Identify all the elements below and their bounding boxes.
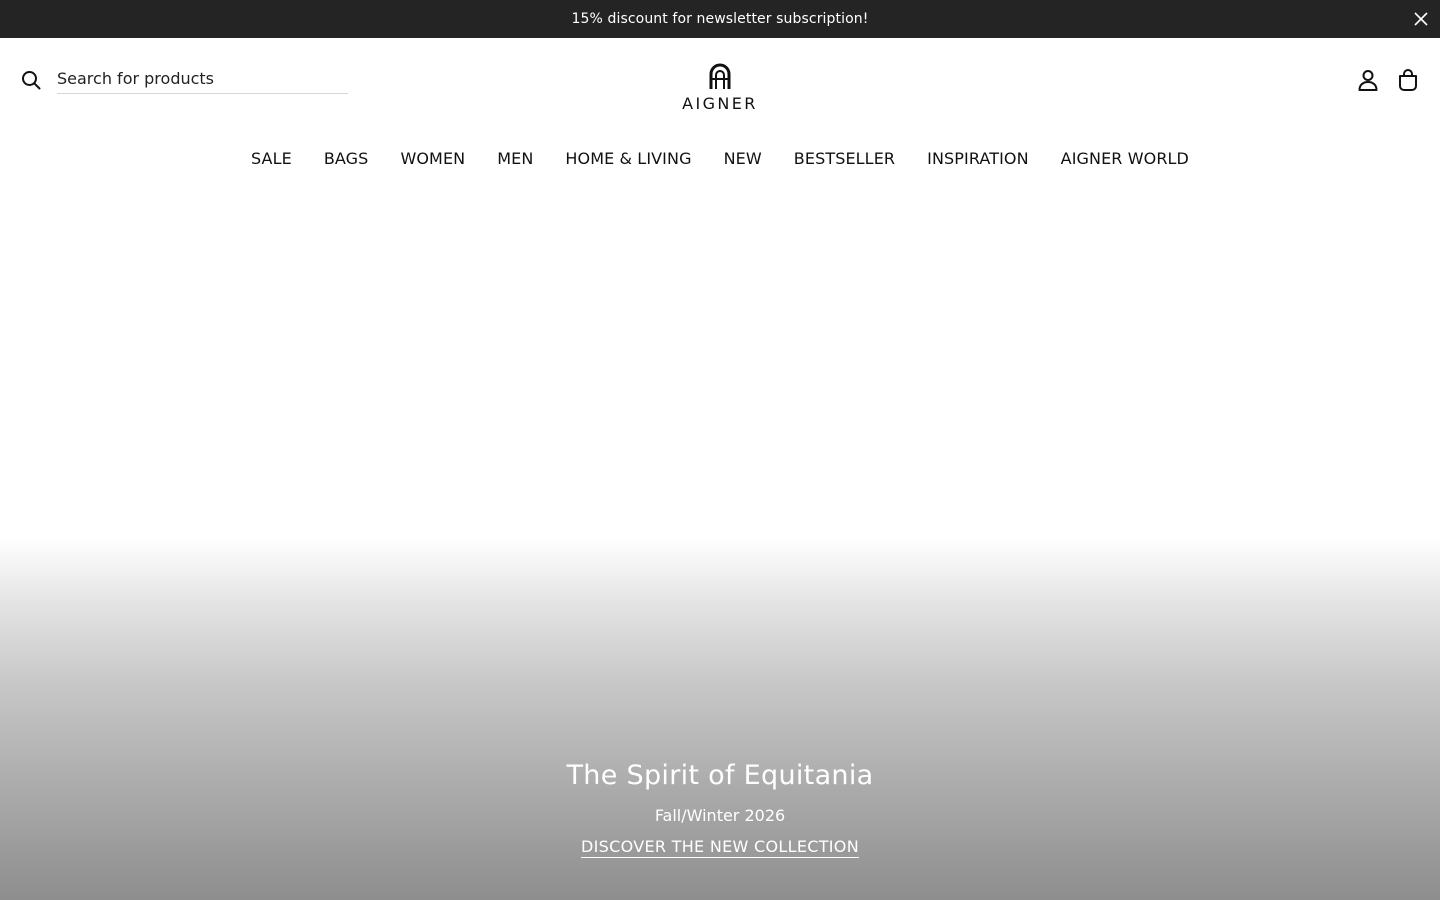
- nav-item-sale[interactable]: SALE: [251, 149, 292, 168]
- nav-item-bestseller[interactable]: BESTSELLER: [794, 149, 895, 168]
- hero-subtitle: Fall/Winter 2026: [654, 806, 786, 825]
- nav-item-home-living[interactable]: HOME & LIVING: [565, 149, 691, 168]
- aigner-logo[interactable]: AIGNER: [674, 62, 766, 116]
- nav-item-new[interactable]: NEW: [724, 149, 762, 168]
- hero-title: The Spirit of Equitania: [566, 760, 874, 791]
- user-icon[interactable]: [1356, 68, 1380, 92]
- main-navigation: SALE BAGS WOMEN MEN HOME & LIVING NEW BE…: [0, 146, 1440, 170]
- hero-banner: The Spirit of Equitania Fall/Winter 2026…: [0, 188, 1440, 900]
- promo-text: 15% discount for newsletter subscription…: [571, 11, 869, 27]
- nav-item-women[interactable]: WOMEN: [400, 149, 465, 168]
- shopping-bag-icon[interactable]: [1396, 68, 1420, 92]
- nav-item-aigner-world[interactable]: AIGNER WORLD: [1061, 149, 1189, 168]
- hero-cta-container: DISCOVER THE NEW COLLECTION: [0, 837, 1440, 858]
- discover-collection-link[interactable]: DISCOVER THE NEW COLLECTION: [581, 837, 859, 858]
- search-bar: [20, 66, 348, 94]
- search-icon[interactable]: [20, 69, 42, 91]
- logo-wordmark: AIGNER: [682, 94, 758, 113]
- search-input[interactable]: [57, 66, 348, 94]
- promo-bar: 15% discount for newsletter subscription…: [0, 0, 1440, 38]
- close-icon[interactable]: [1412, 10, 1430, 28]
- site-header: AIGNER SALE BAGS WOMEN MEN HOME & LIVING…: [0, 38, 1440, 188]
- horseshoe-a-logo-icon: [709, 63, 731, 89]
- nav-item-inspiration[interactable]: INSPIRATION: [927, 149, 1029, 168]
- nav-item-bags[interactable]: BAGS: [324, 149, 369, 168]
- nav-item-men[interactable]: MEN: [497, 149, 533, 168]
